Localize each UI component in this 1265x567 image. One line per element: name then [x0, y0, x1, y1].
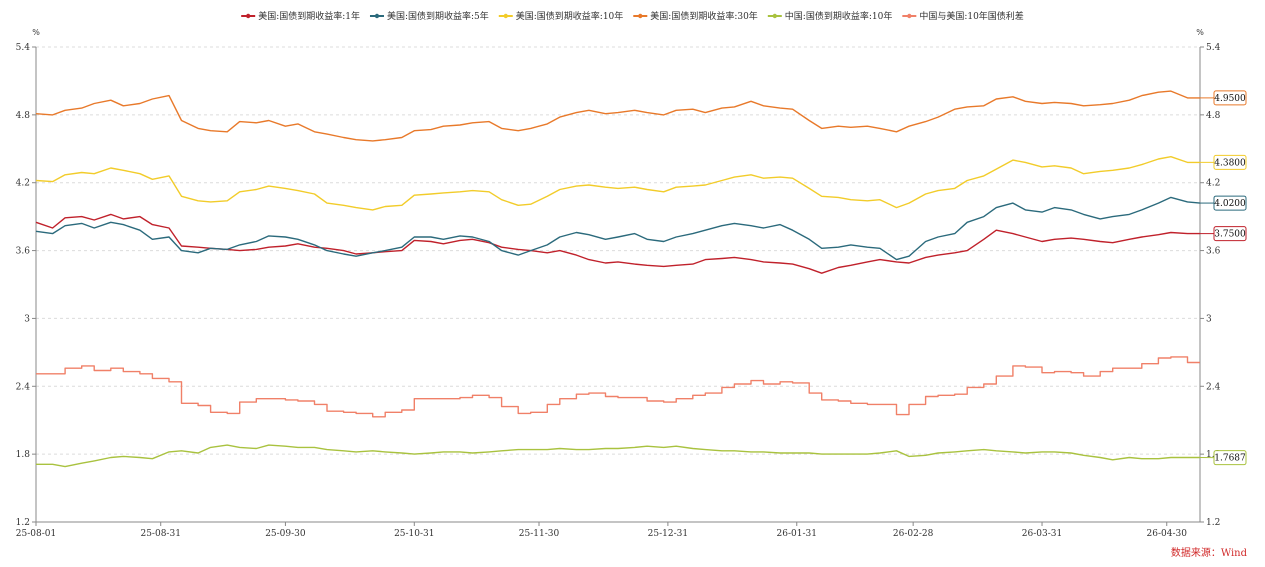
y2-tick-label: 3.6: [1206, 247, 1221, 257]
y-tick-label: 4.8: [16, 111, 31, 121]
data-source-note: 数据来源：Wind: [1170, 548, 1247, 559]
y2-tick-label: 4.2: [1206, 179, 1220, 189]
legend-item[interactable]: 中国:国债到期收益率:10年: [767, 10, 893, 22]
x-tick-label: 25-09-30: [265, 529, 306, 539]
legend-item[interactable]: 中国与美国:10年国债利差: [902, 10, 1024, 22]
end-label-text: 4.0200: [1214, 199, 1246, 209]
x-tick-label: 25-08-31: [140, 529, 180, 539]
series-line: [35, 90, 1200, 142]
x-tick-label: 26-01-31: [777, 529, 817, 539]
y2-unit-label: %: [1196, 28, 1204, 37]
grid-lines: [36, 46, 1200, 455]
legend-item[interactable]: 美国:国债到期收益率:1年: [241, 10, 360, 22]
legend-item[interactable]: 美国:国债到期收益率:30年: [633, 10, 758, 22]
axes: 1.21.82.433.64.24.85.41.21.82.433.64.24.…: [16, 28, 1221, 539]
x-tick-label: 26-03-31: [1022, 529, 1062, 539]
y-tick-label: 5.4: [16, 43, 31, 53]
legend-label: 美国:国债到期收益率:5年: [387, 10, 489, 22]
legend-label: 美国:国债到期收益率:30年: [650, 10, 758, 22]
line-chart: 1.21.82.433.64.24.85.41.21.82.433.64.24.…: [16, 10, 1247, 539]
end-value-labels: 3.7500 4.0200 4.3800 4.9500 1.7687: [1199, 90, 1247, 466]
legend-marker: [638, 13, 643, 19]
series-line: [36, 444, 1200, 468]
y-tick-label: 4.2: [16, 179, 30, 189]
legend-label: 美国:国债到期收益率:1年: [258, 10, 360, 22]
x-tick-label: 25-12-31: [648, 529, 688, 539]
legend-marker: [245, 13, 251, 19]
legend-marker: [772, 13, 778, 19]
series-line: [36, 356, 1200, 418]
y-tick-label: 3.6: [16, 247, 31, 257]
y-unit-label: %: [32, 28, 40, 37]
legend-marker: [374, 13, 380, 19]
legend-item[interactable]: 美国:国债到期收益率:10年: [498, 10, 624, 22]
legend-label: 中国:国债到期收益率:10年: [785, 10, 893, 22]
y-tick-label: 1.2: [16, 518, 30, 528]
series-line: [35, 156, 1200, 211]
y2-tick-label: 1.2: [1206, 518, 1220, 528]
end-label-text: 3.7500: [1214, 230, 1246, 240]
y2-tick-label: 3: [1206, 314, 1212, 324]
series-lines: [35, 90, 1201, 468]
legend-marker: [503, 13, 508, 19]
y-tick-label: 1.8: [16, 450, 31, 460]
y-tick-label: 3: [24, 314, 30, 324]
x-tick-label: 25-10-31: [394, 529, 434, 539]
end-label-text: 4.3800: [1214, 158, 1246, 168]
end-label-text: 1.7687: [1214, 454, 1246, 464]
end-label-text: 4.9500: [1214, 94, 1246, 104]
legend-marker: [907, 13, 912, 19]
legend-label: 中国与美国:10年国债利差: [919, 10, 1024, 22]
legend-item[interactable]: 美国:国债到期收益率:5年: [369, 10, 489, 22]
y2-tick-label: 4.8: [1206, 111, 1221, 121]
legend-label: 美国:国债到期收益率:10年: [516, 10, 624, 22]
x-tick-label: 25-08-01: [16, 529, 56, 539]
x-tick-label: 26-02-28: [893, 529, 934, 539]
x-tick-label: 26-04-30: [1147, 529, 1188, 539]
series-line: [35, 213, 1200, 274]
legend[interactable]: 美国:国债到期收益率:1年 美国:国债到期收益率:5年 美国:国债到期收益率:10年…: [241, 10, 1024, 22]
y2-tick-label: 5.4: [1206, 43, 1221, 53]
x-tick-label: 25-11-30: [519, 529, 560, 539]
y-tick-label: 2.4: [16, 382, 31, 392]
y2-tick-label: 2.4: [1206, 382, 1221, 392]
